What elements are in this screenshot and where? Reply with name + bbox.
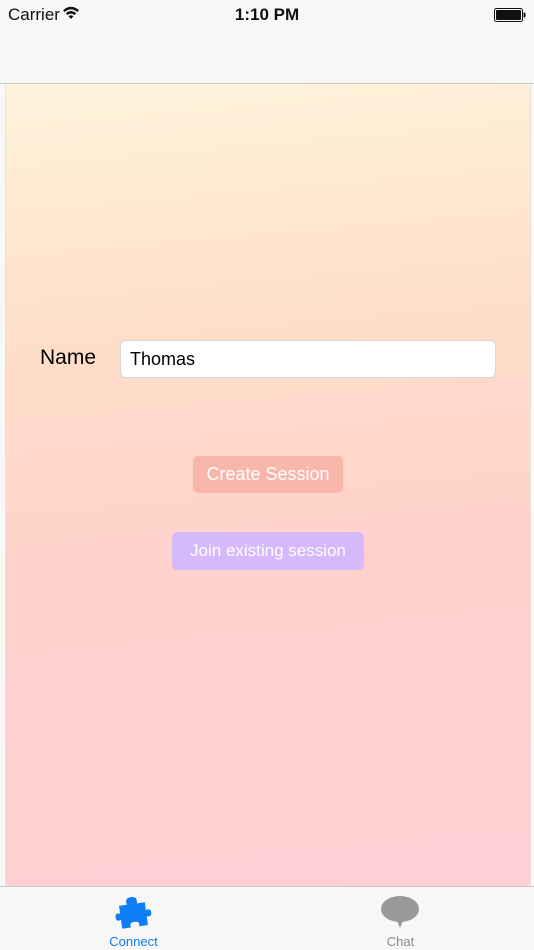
status-bar: Carrier 1:10 PM <box>0 0 534 30</box>
battery-icon <box>494 7 526 22</box>
tab-bar: Connect Chat <box>0 886 534 950</box>
navigation-bar <box>0 30 534 84</box>
join-session-button[interactable]: Join existing session <box>172 532 364 570</box>
puzzle-piece-icon <box>113 895 153 929</box>
app-screen: Carrier 1:10 PM Name Create Session Join… <box>0 0 534 950</box>
name-label: Name <box>40 346 97 369</box>
tab-chat-label: Chat <box>386 934 415 949</box>
tab-connect-label: Connect <box>109 934 158 949</box>
tab-connect[interactable]: Connect <box>0 887 267 950</box>
name-field[interactable] <box>120 340 496 378</box>
status-time: 1:10 PM <box>234 5 300 24</box>
speech-bubble-icon <box>380 895 420 929</box>
tab-chat[interactable]: Chat <box>267 887 534 950</box>
create-session-button[interactable]: Create Session <box>193 456 343 493</box>
connect-view: Name Create Session Join existing sessio… <box>5 84 531 886</box>
